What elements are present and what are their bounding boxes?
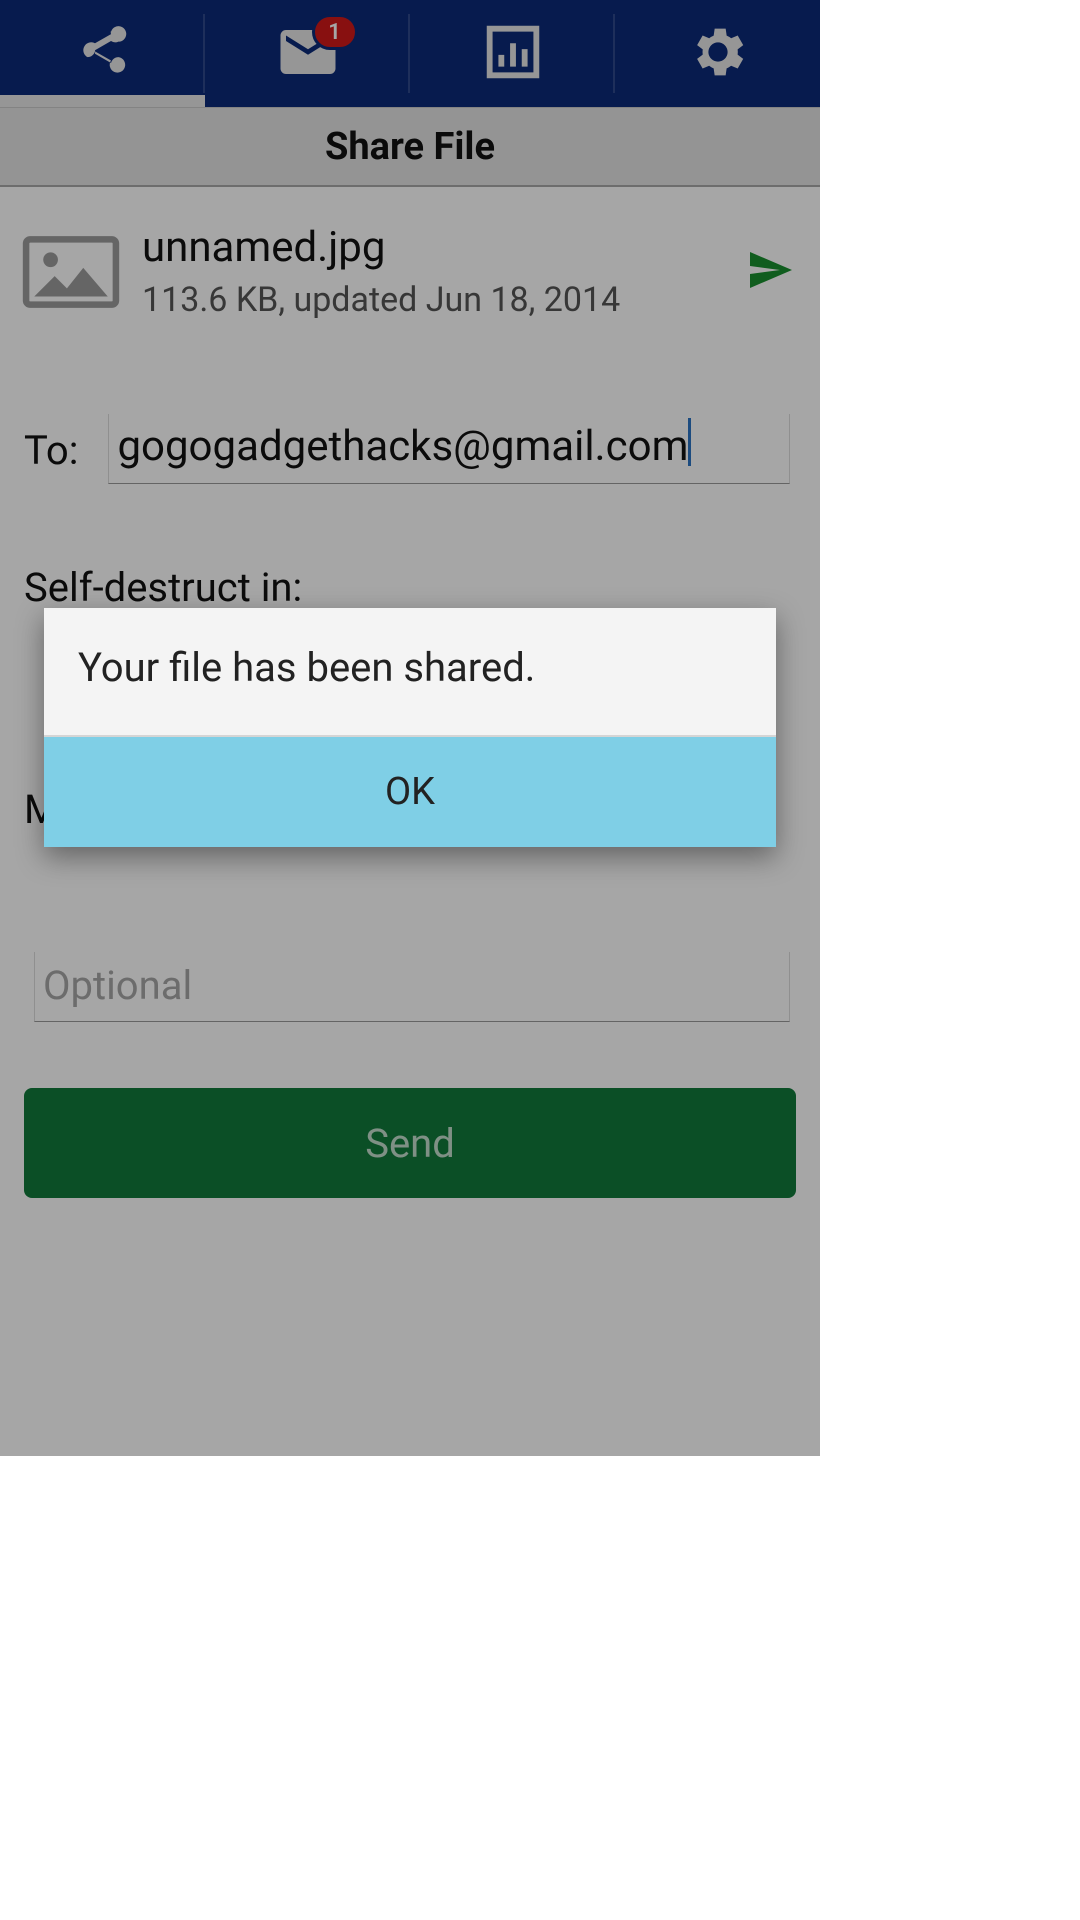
dialog: Your file has been shared. OK — [44, 608, 776, 847]
screen: 1 Share File unnamed.jpg 113.6 KB, updat… — [0, 0, 820, 1456]
dialog-message: Your file has been shared. — [44, 608, 776, 737]
ok-button[interactable]: OK — [44, 737, 776, 847]
